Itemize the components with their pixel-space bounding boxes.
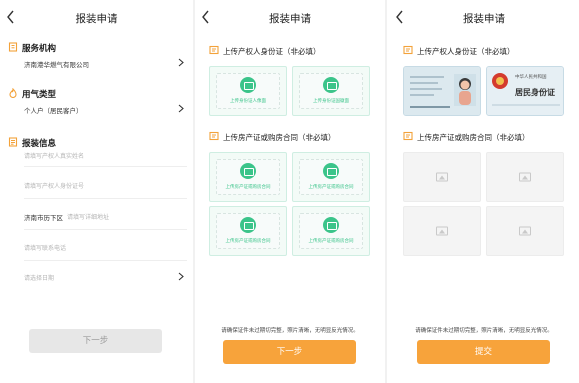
id-front-upload[interactable]: 上传身份证人像面 (209, 66, 287, 116)
id-country-text: 中华人民共和国 (515, 75, 547, 80)
next-button[interactable]: 下一步 (29, 329, 162, 353)
gas-type-value[interactable]: 个人户（居民客户） (24, 105, 83, 115)
property-image-1[interactable] (403, 152, 481, 202)
document-icon (8, 137, 18, 147)
next-button[interactable]: 下一步 (223, 340, 356, 364)
building-icon (8, 42, 18, 52)
camera-icon (240, 77, 256, 94)
divider (385, 0, 387, 383)
info-section-title: 报装信息 (22, 139, 57, 149)
house-doc-icon (209, 131, 219, 141)
property-image-2[interactable] (486, 152, 564, 202)
upload-label: 上传房产证或购房合同 (225, 184, 271, 190)
navbar: 报装申请 (389, 0, 579, 34)
divider (24, 198, 187, 199)
divider (24, 229, 187, 230)
image-placeholder-icon (519, 226, 531, 236)
id-back-upload[interactable]: 上传身份证国徽面 (292, 66, 370, 116)
upload-label: 上传房产证或购房合同 (225, 238, 271, 244)
id-front-image[interactable] (403, 66, 481, 116)
property-upload-1[interactable]: 上传房产证或购房合同 (209, 152, 287, 202)
image-placeholder-icon (519, 172, 531, 182)
address-input[interactable]: 请填写详细地址 (67, 212, 109, 221)
screen-upload: 报装申请 上传产权人身份证（非必填） 上传身份证人像面 上传身份证国徽面 上传房… (195, 0, 385, 383)
submit-button[interactable]: 提交 (417, 340, 550, 364)
id-card-title: 居民身份证 (515, 88, 555, 97)
page-title: 报装申请 (75, 13, 118, 25)
property-upload-3[interactable]: 上传房产证或购房合同 (209, 206, 287, 256)
upload-label: 上传房产证或购房合同 (308, 184, 354, 190)
camera-icon (323, 77, 339, 94)
page-title: 报装申请 (269, 13, 311, 25)
upload-label: 上传身份证国徽面 (313, 98, 349, 104)
flame-icon (9, 88, 17, 98)
property-upload-4[interactable]: 上传房产证或购房合同 (292, 206, 370, 256)
chevron-right-icon[interactable] (178, 272, 184, 281)
owner-id-input[interactable]: 请填写产权人身份证号 (24, 181, 84, 190)
house-doc-icon (403, 131, 413, 141)
id-section-title: 上传产权人身份证（非必填） (417, 47, 515, 56)
navbar: 报装申请 (195, 0, 385, 34)
property-image-4[interactable] (486, 206, 564, 256)
upload-label: 上传房产证或购房合同 (308, 238, 354, 244)
org-section-title: 服务机构 (22, 44, 57, 54)
property-image-3[interactable] (403, 206, 481, 256)
camera-icon (240, 217, 256, 234)
phone-input[interactable]: 请填写联系电话 (24, 243, 66, 252)
divider (24, 260, 187, 261)
image-placeholder-icon (436, 172, 448, 182)
gas-section-title: 用气类型 (22, 90, 57, 100)
chevron-right-icon[interactable] (178, 58, 184, 67)
camera-icon (240, 163, 256, 180)
page-title: 报装申请 (463, 13, 505, 25)
camera-icon (323, 163, 339, 180)
upload-hint: 请确保证件未过期切完整，照片清晰，无明显反光情况。 (221, 328, 359, 334)
owner-name-input[interactable]: 请填写产权人真实姓名 (24, 151, 84, 160)
date-select[interactable]: 请选择日期 (24, 273, 54, 282)
id-front-illustration (404, 67, 480, 115)
id-card-icon (403, 45, 413, 55)
screen-upload-filled: 报装申请 上传产权人身份证（非必填） 中华人民共和国 居民身份证 上传房产证或购 (389, 0, 579, 383)
chevron-right-icon[interactable] (178, 104, 184, 113)
district-select[interactable]: 济南市历下区 (24, 212, 63, 222)
divider (24, 166, 187, 167)
property-section-title: 上传房产证或购房合同（非必填） (223, 133, 336, 142)
property-upload-2[interactable]: 上传房产证或购房合同 (292, 152, 370, 202)
org-value[interactable]: 济南港华燃气有限公司 (24, 59, 89, 69)
image-placeholder-icon (436, 226, 448, 236)
property-section-title: 上传房产证或购房合同（非必填） (417, 133, 530, 142)
id-back-image[interactable]: 中华人民共和国 居民身份证 (486, 66, 564, 116)
camera-icon (323, 217, 339, 234)
screen-form: 报装申请 服务机构 济南港华燃气有限公司 用气类型 个人户（居民客户） 报装信息… (0, 0, 193, 383)
upload-hint: 请确保证件未过期切完整，照片清晰，无明显反光情况。 (415, 328, 553, 334)
navbar: 报装申请 (0, 0, 193, 34)
upload-label: 上传身份证人像面 (230, 98, 266, 104)
id-section-title: 上传产权人身份证（非必填） (223, 47, 321, 56)
id-card-icon (209, 45, 219, 55)
